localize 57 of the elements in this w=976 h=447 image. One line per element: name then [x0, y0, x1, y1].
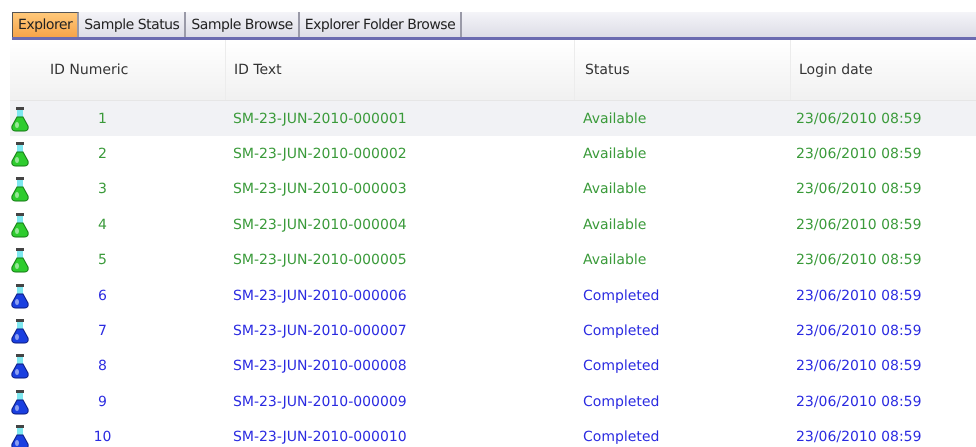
- table-cell: Completed: [583, 358, 660, 374]
- table-cell: Available: [583, 110, 646, 127]
- table-cell: Completed: [583, 323, 660, 340]
- tab[interactable]: Sample Status: [79, 12, 186, 37]
- table-cell: 1: [98, 110, 107, 127]
- column-header[interactable]: Login date: [790, 40, 976, 100]
- tab[interactable]: Sample Browse: [186, 12, 300, 37]
- table-row[interactable]: 9 SM-23-JUN-2010-000009 Completed 23/06/2010 08:59: [10, 384, 976, 420]
- table-cell: SM-23-JUN-2010-000008: [233, 358, 407, 374]
- table-cell: 23/06/2010 08:59: [796, 288, 922, 304]
- table-cell: Completed: [583, 288, 660, 304]
- table-cell: SM-23-JUN-2010-000010: [233, 429, 407, 446]
- table-cell: 23/06/2010 08:59: [796, 146, 922, 162]
- table-row[interactable]: 10 SM-23-JUN-2010-000010 Completed 23/06/2010 08:59: [10, 420, 976, 447]
- table-cell: 6: [98, 288, 107, 304]
- table-cell: SM-23-JUN-2010-000006: [233, 288, 407, 304]
- table-cell: SM-23-JUN-2010-000003: [233, 181, 407, 198]
- tab[interactable]: Explorer: [12, 12, 80, 37]
- table-cell: SM-23-JUN-2010-000004: [233, 216, 407, 233]
- table-cell: SM-23-JUN-2010-000001: [233, 110, 407, 127]
- table-cell: 5: [98, 252, 107, 268]
- column-header[interactable]: ID Numeric: [40, 40, 225, 100]
- table-cell: Available: [583, 252, 646, 268]
- table-cell: 4: [98, 216, 107, 233]
- table-cell: 23/06/2010 08:59: [796, 181, 922, 198]
- table-cell: 8: [98, 358, 107, 374]
- table-cell: SM-23-JUN-2010-000009: [233, 394, 407, 410]
- table-cell: 23/06/2010 08:59: [796, 110, 922, 127]
- table-cell: 10: [94, 429, 112, 446]
- table-cell: Available: [583, 216, 646, 233]
- table-cell: 7: [98, 323, 107, 340]
- column-header[interactable]: ID Text: [225, 40, 574, 100]
- column-header[interactable]: Status: [574, 40, 790, 100]
- table-cell: SM-23-JUN-2010-000005: [233, 252, 407, 268]
- table-cell: 3: [98, 181, 107, 198]
- table-row[interactable]: 2 SM-23-JUN-2010-000002 Available 23/06/2010 08:59: [10, 136, 976, 172]
- table-cell: 2: [98, 146, 107, 162]
- table-cell: 23/06/2010 08:59: [796, 394, 922, 410]
- table-cell: Completed: [583, 394, 660, 410]
- table-cell: 23/06/2010 08:59: [796, 252, 922, 268]
- table-row[interactable]: 6 SM-23-JUN-2010-000006 Completed 23/06/2010 08:59: [10, 278, 976, 314]
- table-cell: Completed: [583, 429, 660, 446]
- table-cell: Available: [583, 181, 646, 198]
- table-cell: 23/06/2010 08:59: [796, 358, 922, 374]
- table-row[interactable]: 3 SM-23-JUN-2010-000003 Available 23/06/2010 08:59: [10, 172, 976, 208]
- table-row[interactable]: 8 SM-23-JUN-2010-000008 Completed 23/06/2010 08:59: [10, 348, 976, 384]
- table-cell: SM-23-JUN-2010-000002: [233, 146, 407, 162]
- table-cell: 9: [98, 394, 107, 410]
- table-cell: 23/06/2010 08:59: [796, 429, 922, 446]
- table-cell: 23/06/2010 08:59: [796, 216, 922, 233]
- table-row[interactable]: 7 SM-23-JUN-2010-000007 Completed 23/06/2010 08:59: [10, 313, 976, 349]
- table-cell: SM-23-JUN-2010-000007: [233, 323, 407, 340]
- tab[interactable]: Explorer Folder Browse: [300, 12, 462, 37]
- table-row[interactable]: 4 SM-23-JUN-2010-000004 Available 23/06/2010 08:59: [10, 207, 976, 243]
- table-cell: Available: [583, 146, 646, 162]
- table-cell: 23/06/2010 08:59: [796, 323, 922, 340]
- table-row[interactable]: 5 SM-23-JUN-2010-000005 Available 23/06/2010 08:59: [10, 242, 976, 278]
